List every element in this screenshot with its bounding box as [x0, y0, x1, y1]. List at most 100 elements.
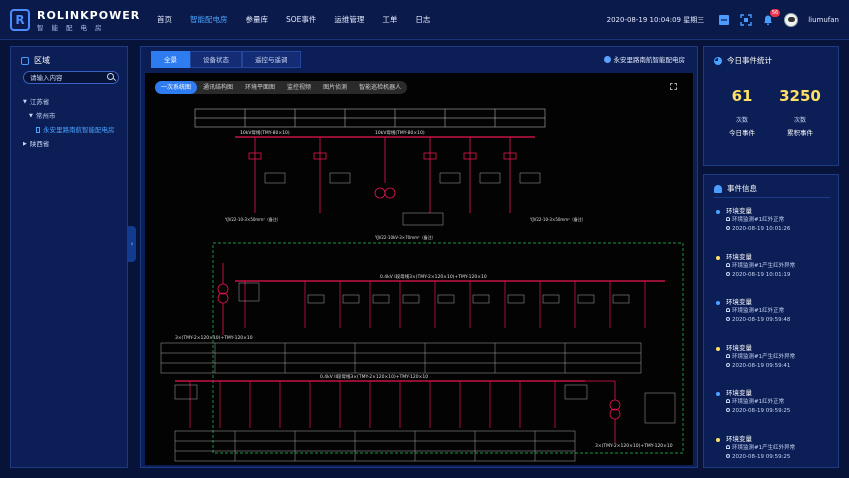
pie-chart-icon [714, 56, 722, 65]
lv-cable-label-2: 3×(TMY-2×120×10)+TMY-120×10 [595, 443, 673, 449]
tree-item-shaanxi[interactable]: ▶ 陕西省 [23, 137, 127, 151]
event-list: 环境变量 环境监测#1红外正常 2020-08-19 10:01:26 环境变量… [716, 207, 834, 478]
tree-item-changzhou[interactable]: ▼ 常州市 [23, 109, 127, 123]
tab-panorama[interactable]: 全景 [151, 51, 190, 68]
event-title: 环境变量 [726, 389, 752, 397]
nav-item-home[interactable]: 首页 [148, 0, 181, 40]
region-panel-title: 区域 [21, 55, 50, 66]
subtab-image-detect[interactable]: 图片侦测 [317, 81, 353, 94]
event-desc: 环境监测#1产生红外异常 [732, 262, 796, 269]
tab-remote-control[interactable]: 遥控与遥调 [242, 51, 301, 68]
nav-item-soe-events[interactable]: SOE事件 [277, 0, 325, 40]
tree-item-label: 陕西省 [29, 140, 50, 148]
event-desc-row: 环境监测#1产生红外异常 [726, 444, 834, 453]
event-time: 2020-08-19 09:59:41 [732, 362, 791, 369]
clock-icon [726, 226, 730, 230]
collapse-sidebar-button[interactable]: ‹ [128, 226, 136, 262]
lv-bus-2-label: 0.4kV II段母线3×(TMY-2×120×10)+TMY-120×10 [320, 373, 428, 380]
event-desc-row: 环境监测#1红外正常 [726, 307, 834, 316]
alarm-icon [714, 184, 722, 193]
tree-item-label: 江苏省 [29, 98, 50, 106]
clock-icon [726, 271, 730, 276]
notification-badge: 56 [769, 9, 781, 17]
event-title: 环境变量 [726, 434, 752, 443]
subtab-environment-plan[interactable]: 环境平面图 [239, 81, 281, 94]
stat-label: 今日事件 [729, 129, 755, 137]
tree-item-station[interactable]: 永安里路南航智能配电房 [23, 123, 127, 137]
event-item[interactable]: 环境变量 环境监测#1产生红外异常 2020-08-19 10:01:19 [716, 253, 834, 299]
hv-cable-label-3: YJV22-10-3×50mm²（备注） [529, 216, 586, 222]
minus-icon[interactable] [718, 14, 730, 26]
region-search [23, 71, 119, 84]
stat-value: 61 [731, 87, 753, 105]
stat-unit: 次数 [793, 117, 806, 124]
event-item[interactable]: 环境变量 环境监测#1红外正常 2020-08-19 09:59:25 [716, 389, 834, 435]
station-name: 永安里路南航智能配电房 [613, 56, 686, 64]
current-datetime: 2020-08-19 10:04:09 星期三 [606, 16, 705, 24]
notification-bell-icon[interactable]: 56 [762, 9, 781, 26]
logo-icon: R [10, 9, 30, 31]
user-pin-icon [603, 55, 611, 63]
event-item[interactable]: 环境变量 环境监测#1红外正常 2020-08-19 10:01:26 [716, 207, 834, 253]
caret-right-icon[interactable]: ▶ [23, 137, 27, 151]
clock-icon [726, 317, 730, 321]
nav-item-parameters[interactable]: 参量库 [237, 0, 278, 40]
subtab-robot[interactable]: 智能巡检机器人 [353, 81, 407, 94]
hv-bus-label-2: 10kV母线(TMY-80×10) [375, 129, 425, 136]
event-time-row: 2020-08-19 10:01:26 [726, 225, 834, 234]
stats-title: 今日事件统计 [714, 55, 772, 66]
subtab-primary-system[interactable]: 一次系统图 [155, 81, 198, 94]
event-time-row: 2020-08-19 09:59:41 [726, 362, 834, 371]
hv-bus-label: 10kV母线(TMY-80×10) [240, 129, 290, 136]
event-desc: 环境监测#1红外正常 [732, 308, 785, 314]
single-line-diagram-area: 10kV母线(TMY-80×10) 10kV母线(TMY-80×10) YJV2… [145, 73, 693, 465]
event-desc: 环境监测#1产生红外异常 [732, 444, 796, 451]
tree-item-label: 常州市 [35, 112, 56, 120]
event-item[interactable]: 环境变量 环境监测#1红外正常 2020-08-19 09:59:48 [716, 298, 834, 344]
lv-cabinet-table-1 [160, 342, 642, 374]
event-time-row: 2020-08-19 09:59:25 [726, 453, 834, 462]
username[interactable]: liumufan [808, 16, 839, 24]
caret-down-icon[interactable]: ▼ [23, 95, 27, 109]
bell-icon [726, 444, 730, 449]
event-time-row: 2020-08-19 09:59:48 [726, 316, 834, 325]
transformer-2 [585, 380, 621, 443]
user-avatar[interactable] [784, 13, 799, 27]
event-time: 2020-08-19 09:59:25 [732, 453, 791, 460]
lv-feeders-1 [244, 281, 646, 328]
event-time-row: 2020-08-19 10:01:19 [726, 271, 834, 280]
lv-cabinet-table-2 [174, 430, 576, 462]
fullscreen-icon[interactable] [740, 14, 752, 26]
hv-cable-label-1: YJV22-10-3×50mm²（备注） [224, 216, 281, 222]
events-title-text: 事件信息 [727, 184, 757, 193]
bell-icon [726, 262, 730, 267]
region-search-input[interactable] [24, 72, 104, 83]
subtab-communication[interactable]: 通讯结构图 [197, 81, 239, 94]
event-item[interactable]: 环境变量 环境监测#1产生红外异常 2020-08-19 09:59:41 [716, 344, 834, 390]
event-desc-row: 环境监测#1产生红外异常 [726, 262, 834, 271]
divider [714, 197, 830, 198]
event-desc: 环境监测#1产生红外异常 [732, 353, 796, 360]
bell-icon [726, 353, 730, 358]
event-time: 2020-08-19 10:01:19 [732, 271, 791, 278]
search-icon[interactable] [107, 73, 114, 80]
tab-device-status[interactable]: 设备状态 [190, 51, 242, 68]
subtab-video[interactable]: 监控视频 [281, 81, 317, 94]
event-time: 2020-08-19 09:59:48 [732, 317, 791, 323]
nav-item-operations[interactable]: 运维管理 [325, 0, 373, 40]
nav-item-logs[interactable]: 日志 [406, 0, 439, 40]
clock-icon [726, 453, 730, 458]
brand-logo[interactable]: R ROLINKPOWER 智能配电房 [10, 7, 140, 33]
expand-icon[interactable] [670, 83, 677, 90]
nav-item-work-orders[interactable]: 工单 [373, 0, 406, 40]
caret-down-icon[interactable]: ▼ [29, 109, 33, 123]
hv-info-boxes [264, 172, 541, 226]
tree-item-jiangsu[interactable]: ▼ 江苏省 [23, 95, 127, 109]
event-desc-row: 环境监测#1红外正常 [726, 398, 834, 407]
lv-cable-label-1: 3×(TMY-2×120×10)+TMY-120×10 [175, 335, 253, 341]
stat-value: 3250 [779, 87, 821, 105]
event-item[interactable]: 环境变量 环境监测#1产生红外异常 2020-08-19 09:59:25 [716, 435, 834, 478]
nav-item-smart-room[interactable]: 智能配电房 [181, 0, 237, 40]
region-title-text: 区域 [34, 56, 50, 65]
hv-feeders [248, 137, 517, 213]
